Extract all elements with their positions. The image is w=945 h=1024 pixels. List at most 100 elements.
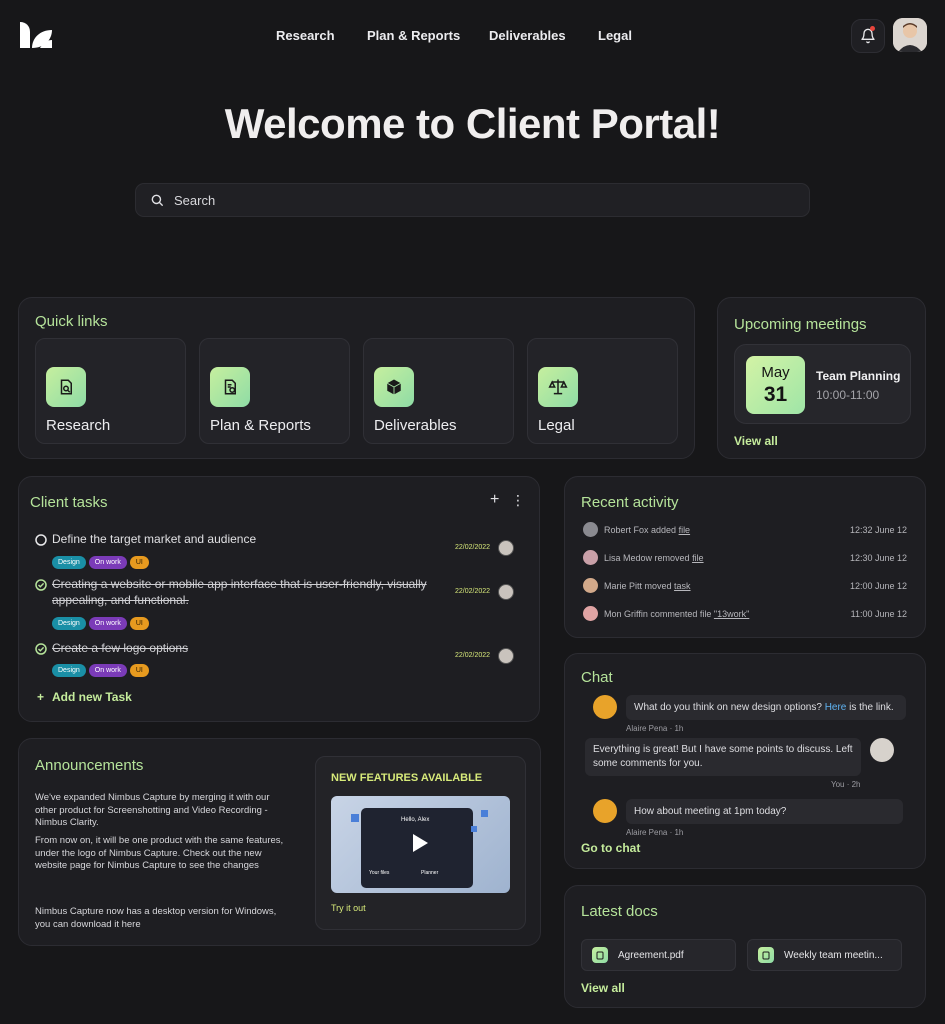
- video-greeting: Hello, Alex: [401, 817, 430, 823]
- activity-time: 12:32 June 12: [849, 525, 907, 535]
- docs-title: Latest docs: [581, 903, 658, 920]
- meeting-date: May 31: [746, 356, 805, 414]
- message-text: What do you think on new design options?: [634, 702, 825, 713]
- task-text[interactable]: Create a few logo options: [52, 640, 452, 656]
- meeting-month: May: [761, 364, 790, 381]
- play-icon: [411, 833, 429, 858]
- circle-unchecked-icon: [35, 534, 47, 546]
- avatar: [593, 799, 617, 823]
- brand-logo[interactable]: [18, 20, 54, 50]
- quick-link-plan-reports[interactable]: Plan & Reports: [199, 338, 350, 444]
- avatar: [583, 522, 598, 537]
- nav-research[interactable]: Research: [276, 28, 335, 43]
- chat-message: How about meeting at 1pm today?: [626, 799, 903, 824]
- quick-link-deliverables[interactable]: Deliverables: [363, 338, 514, 444]
- add-task-label: Add new Task: [52, 690, 132, 704]
- assignee-avatar: [498, 584, 514, 600]
- task-text[interactable]: Creating a website or mobile app interfa…: [52, 576, 452, 608]
- activity-text: Robert Fox added: [604, 525, 677, 535]
- message-text: is the link.: [846, 702, 894, 713]
- message-meta: You · 2h: [831, 780, 861, 789]
- chat-title: Chat: [581, 669, 613, 686]
- activity-object-link[interactable]: "13work": [714, 609, 749, 619]
- chat-card: Chat What do you think on new design opt…: [564, 653, 926, 869]
- task-date: 22/02/2022: [455, 652, 491, 659]
- user-avatar[interactable]: [893, 18, 927, 52]
- tag-design: Design: [52, 617, 86, 630]
- tasks-title: Client tasks: [30, 494, 108, 511]
- docs-view-all-link[interactable]: View all: [581, 981, 625, 995]
- meetings-view-all-link[interactable]: View all: [734, 434, 778, 448]
- meeting-day: 31: [763, 383, 788, 406]
- chat-message: What do you think on new design options?…: [626, 695, 906, 720]
- announcements-card: Announcements We've expanded Nimbus Capt…: [18, 738, 541, 946]
- doc-item[interactable]: Agreement.pdf: [581, 939, 736, 971]
- activity-object-link[interactable]: task: [674, 581, 691, 591]
- doc-item[interactable]: Weekly team meetin...: [747, 939, 902, 971]
- task-text[interactable]: Define the target market and audience: [52, 531, 452, 547]
- client-tasks-card: Client tasks + ⋮ Define the target marke…: [18, 476, 540, 722]
- activity-object-link[interactable]: file: [679, 525, 691, 535]
- recent-activity-card: Recent activity Robert Fox added file 12…: [564, 476, 926, 638]
- page-title: Welcome to Client Portal!: [224, 100, 721, 147]
- new-features-title: NEW FEATURES AVAILABLE: [331, 772, 483, 784]
- quick-link-label: Research: [46, 417, 111, 434]
- quick-link-label: Deliverables: [374, 417, 457, 434]
- message-link[interactable]: Here: [825, 702, 847, 713]
- avatar: [583, 578, 598, 593]
- task-checkbox[interactable]: [35, 578, 47, 596]
- search-icon: [151, 194, 163, 206]
- tag-on-work: On work: [88, 556, 127, 569]
- scales-icon: [538, 367, 578, 407]
- task-checkbox[interactable]: [35, 642, 47, 660]
- research-doc-icon: [46, 367, 86, 407]
- activity-time: 12:30 June 12: [849, 553, 907, 563]
- announcement-paragraph: We've expanded Nimbus Capture by merging…: [35, 792, 270, 828]
- meeting-item[interactable]: May 31 Team Planning 10:00-11:00: [734, 344, 911, 424]
- check-circle-icon: [35, 579, 47, 591]
- tag-on-work: On work: [88, 664, 127, 677]
- nav-plan-reports[interactable]: Plan & Reports: [367, 28, 460, 43]
- search-bar[interactable]: Search: [135, 183, 810, 217]
- message-meta: Alaire Pena · 1h: [626, 724, 684, 733]
- try-it-out-link[interactable]: Try it out: [331, 903, 366, 913]
- video-planner-label: Planner: [421, 870, 439, 876]
- quick-link-legal[interactable]: Legal: [527, 338, 678, 444]
- activity-object-link[interactable]: file: [692, 553, 704, 563]
- announcement-paragraph[interactable]: Nimbus Capture now has a desktop version…: [35, 906, 287, 931]
- announcement-paragraph: From now on, it will be one product with…: [35, 835, 284, 871]
- more-options-icon[interactable]: ⋮: [511, 492, 525, 509]
- go-to-chat-link[interactable]: Go to chat: [581, 841, 640, 855]
- activity-text: Lisa Medow removed: [604, 553, 690, 563]
- notification-dot: [870, 26, 875, 31]
- quick-link-research[interactable]: Research: [35, 338, 186, 444]
- search-placeholder: Search: [174, 192, 216, 208]
- nav-deliverables[interactable]: Deliverables: [489, 28, 566, 43]
- activity-time: 12:00 June 12: [849, 581, 907, 591]
- doc-name: Agreement.pdf: [618, 949, 684, 961]
- assignee-avatar: [498, 540, 514, 556]
- avatar: [870, 738, 894, 762]
- quick-links-title: Quick links: [35, 313, 108, 330]
- avatar: [593, 695, 617, 719]
- upcoming-meetings-card: Upcoming meetings May 31 Team Planning 1…: [717, 297, 926, 459]
- activity-text: Marie Pitt moved: [604, 581, 672, 591]
- nav-legal[interactable]: Legal: [598, 28, 632, 43]
- avatar: [583, 606, 598, 621]
- plus-icon: +: [37, 690, 45, 704]
- task-date: 22/02/2022: [455, 588, 491, 595]
- chat-message: Everything is great! But I have some poi…: [585, 738, 861, 776]
- task-date: 22/02/2022: [455, 544, 491, 551]
- add-new-task-button[interactable]: + Add new Task: [37, 690, 132, 704]
- add-task-icon[interactable]: +: [490, 491, 499, 509]
- check-circle-icon: [35, 643, 47, 655]
- box-icon: [374, 367, 414, 407]
- feature-video-thumbnail[interactable]: Hello, Alex Your files Planner: [331, 796, 510, 893]
- tag-ui: UI: [129, 556, 149, 569]
- task-checkbox[interactable]: [35, 533, 47, 551]
- video-files-label: Your files: [369, 870, 390, 876]
- activity-time: 11:00 June 12: [850, 609, 907, 619]
- notifications-button[interactable]: [851, 19, 885, 53]
- activity-title: Recent activity: [581, 494, 679, 511]
- quick-link-label: Legal: [538, 417, 575, 434]
